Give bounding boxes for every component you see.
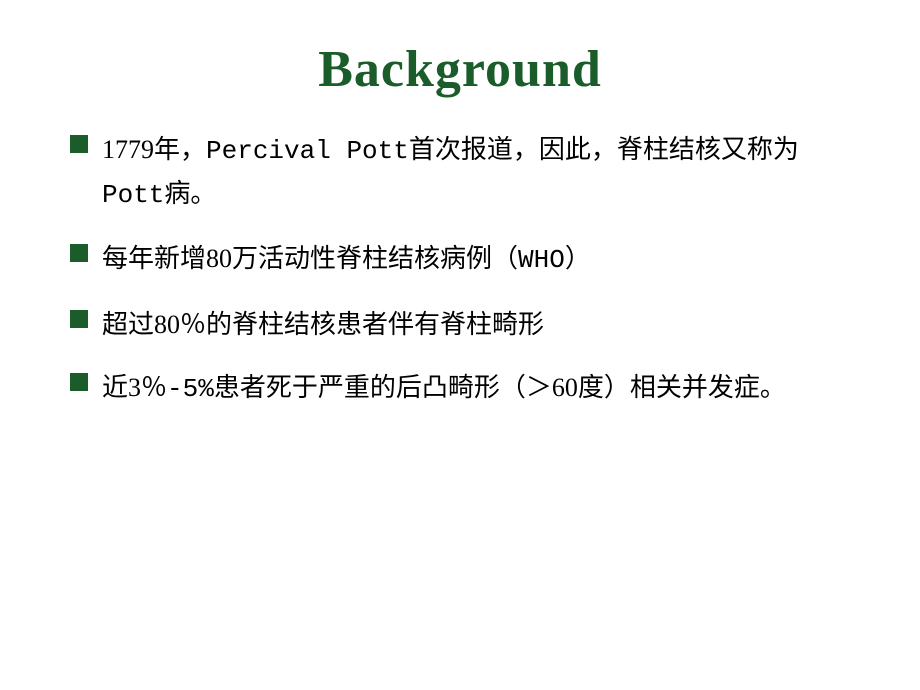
bullet-text-2: 每年新增80万活动性脊柱结核病例（WHO）	[102, 238, 591, 282]
bullet-icon-1	[70, 135, 88, 153]
bullet-text-1: 1779年，Percival Pott首次报道，因此，脊柱结核又称为Pott病。	[102, 129, 860, 216]
list-item: 近3％-5%患者死于严重的后凸畸形（＞60度）相关并发症。	[70, 367, 860, 411]
bullet-icon-3	[70, 310, 88, 328]
list-item: 1779年，Percival Pott首次报道，因此，脊柱结核又称为Pott病。	[70, 129, 860, 216]
content-area: 1779年，Percival Pott首次报道，因此，脊柱结核又称为Pott病。…	[60, 129, 860, 650]
list-item: 每年新增80万活动性脊柱结核病例（WHO）	[70, 238, 860, 282]
list-item: 超过80％的脊柱结核患者伴有脊柱畸形	[70, 304, 860, 346]
slide: Background 1779年，Percival Pott首次报道，因此，脊柱…	[0, 0, 920, 690]
bullet-icon-2	[70, 244, 88, 262]
bullet-text-3: 超过80％的脊柱结核患者伴有脊柱畸形	[102, 304, 544, 346]
slide-title: Background	[60, 40, 860, 99]
bullet-icon-4	[70, 373, 88, 391]
title-container: Background	[60, 30, 860, 129]
bullet-text-4: 近3％-5%患者死于严重的后凸畸形（＞60度）相关并发症。	[102, 367, 786, 411]
